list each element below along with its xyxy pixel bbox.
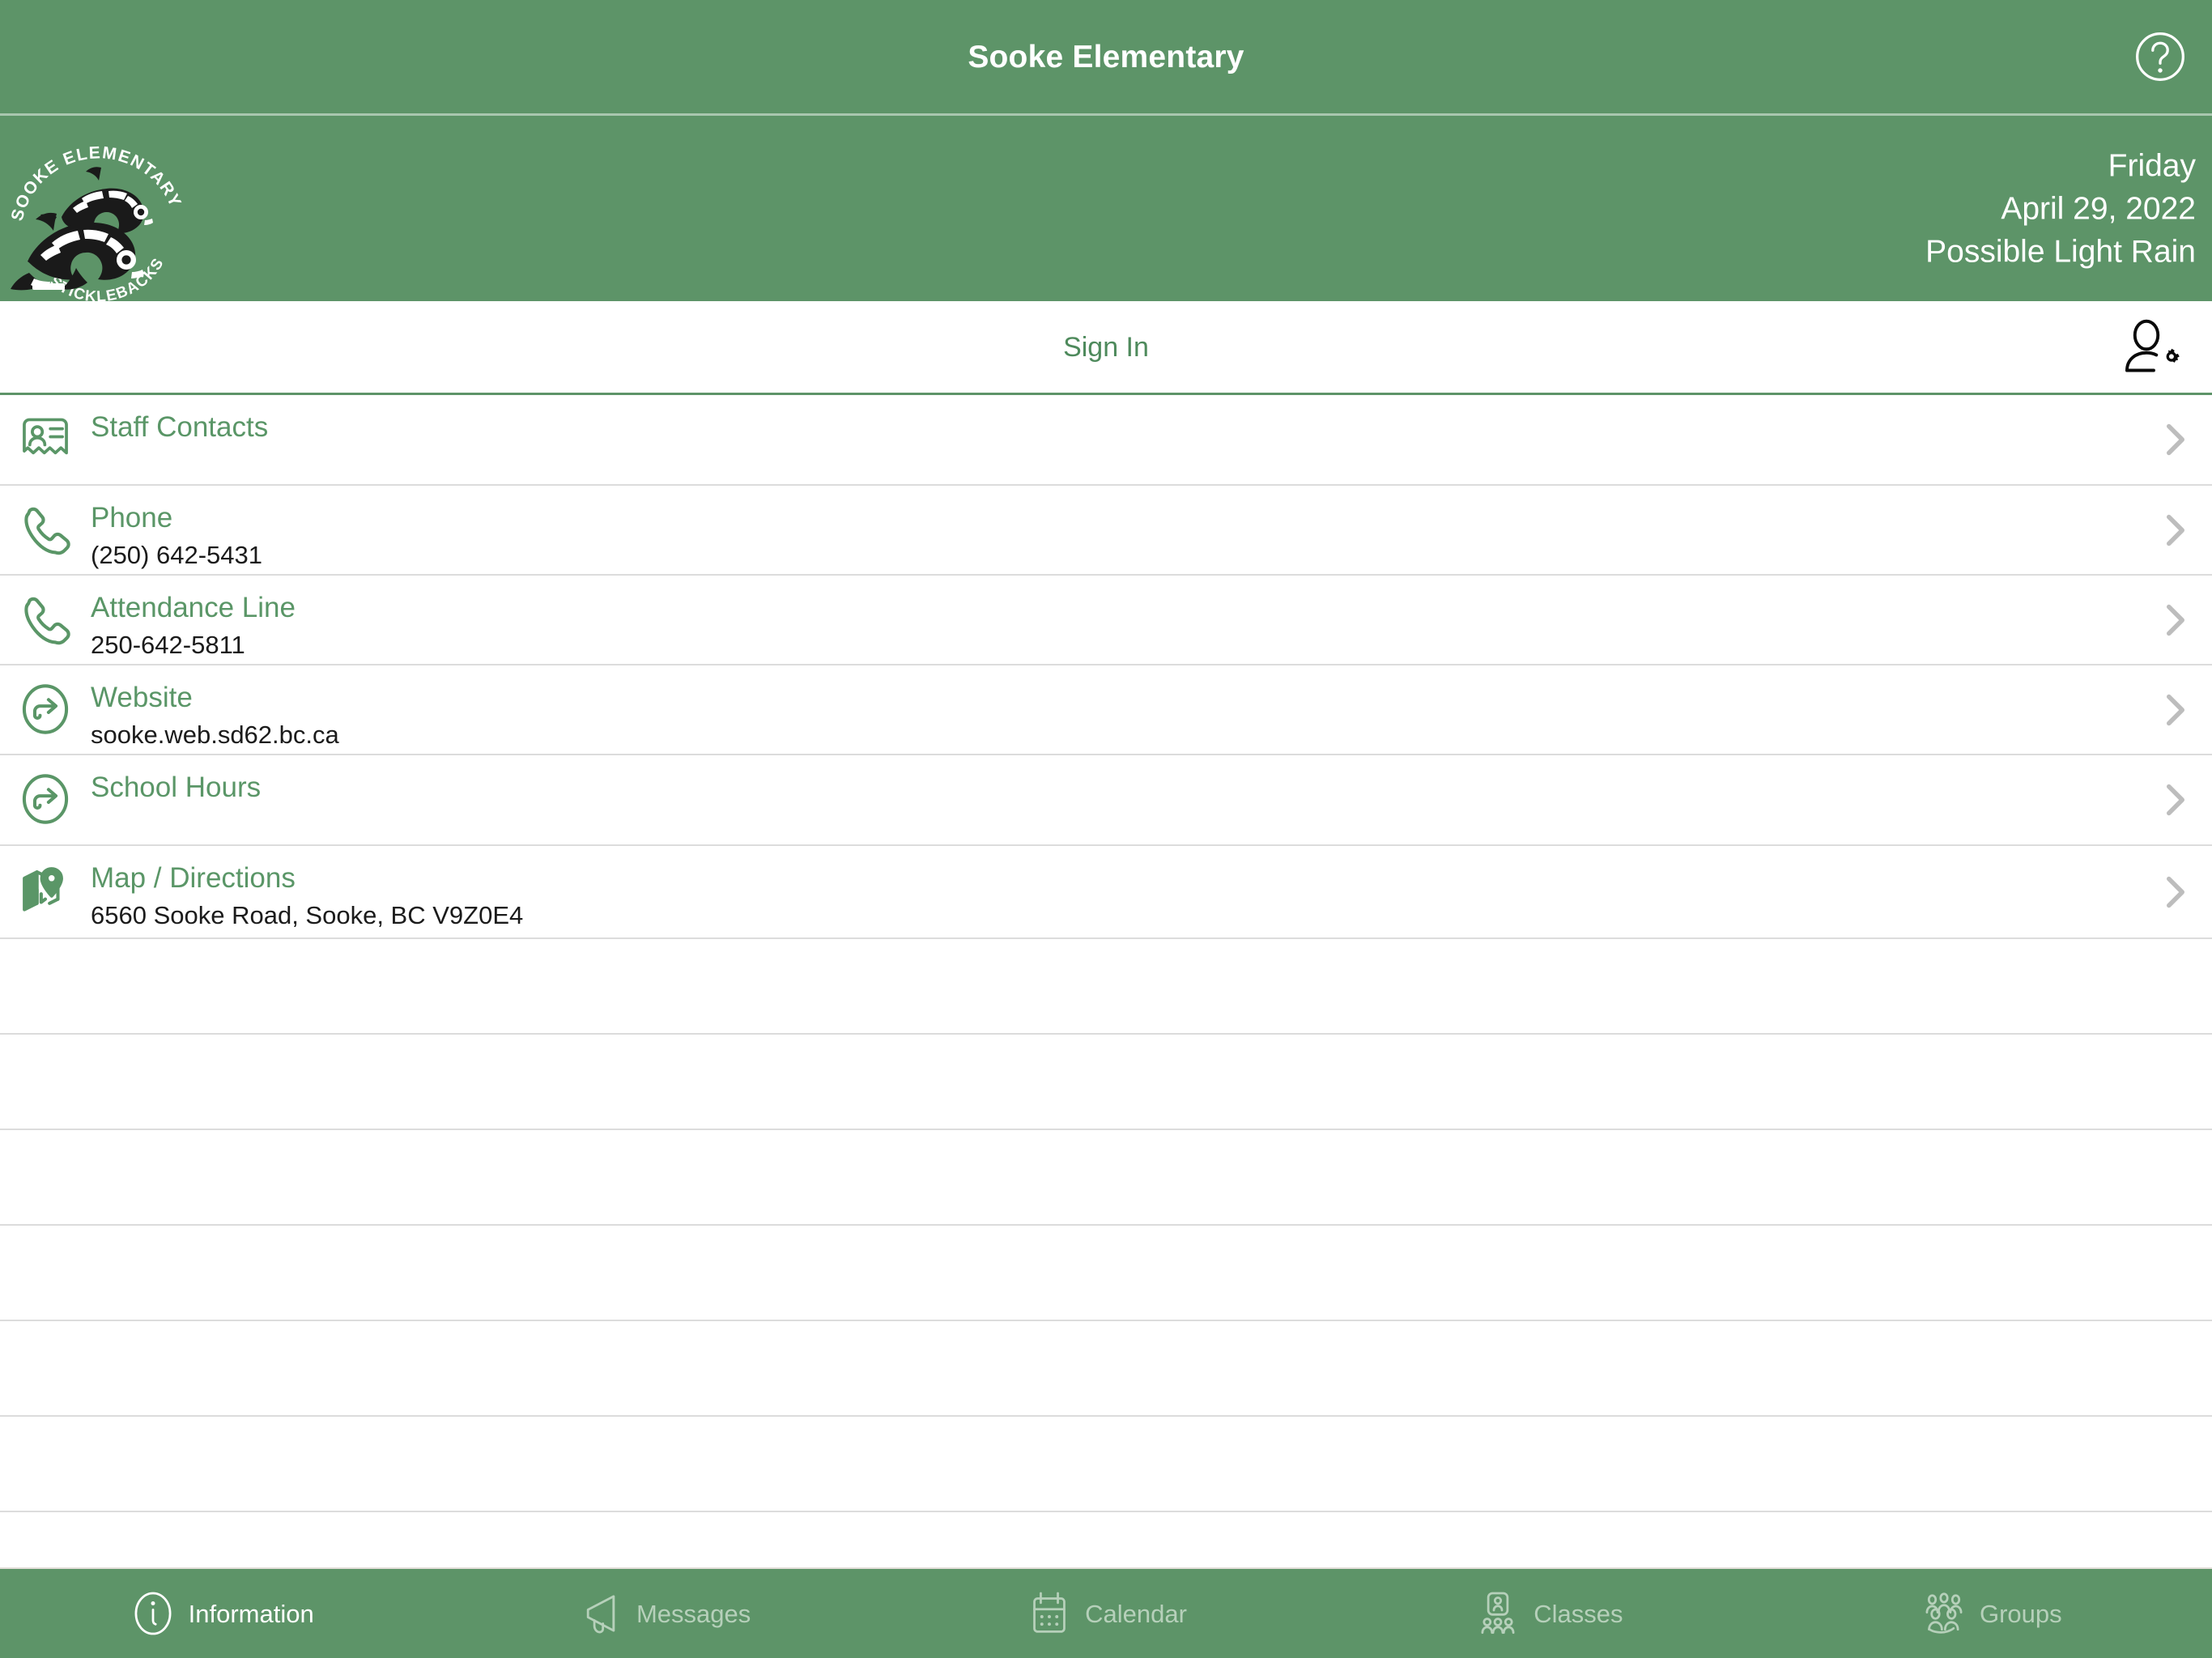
tab-information[interactable]: Information [0,1569,442,1658]
chevron-right-icon [2162,512,2189,549]
list-row-title: Staff Contacts [91,411,269,443]
list-row-map-directions[interactable]: Map / Directions 6560 Sooke Road, Sooke,… [0,846,2212,939]
weather-text: Possible Light Rain [1925,234,2196,269]
calendar-icon [1025,1589,1074,1638]
list-row-title: Map / Directions [91,862,296,894]
tab-messages[interactable]: Messages [442,1569,884,1658]
phone-icon [18,502,73,557]
external-link-icon [18,772,73,827]
page-title: Sooke Elementary [968,39,1244,74]
list-row-body: School Hours [91,755,2131,807]
list-row-staff-contacts[interactable]: Staff Contacts [0,395,2212,486]
empty-list-row [0,1417,2212,1512]
list-row-title: Website [91,682,193,713]
list-row-subtitle: (250) 642-5431 [91,541,262,569]
list-row-website[interactable]: Website sooke.web.sd62.bc.ca [0,665,2212,755]
tab-label: Classes [1534,1599,1623,1628]
help-circle-icon [2133,29,2188,84]
empty-list-row [0,1035,2212,1130]
empty-list-row [0,1226,2212,1321]
list-row-title: Phone [91,502,173,534]
user-settings-icon [2120,318,2183,376]
tab-label: Groups [1979,1599,2062,1628]
list-row-body: Staff Contacts [91,395,2131,447]
id-card-icon [18,411,73,466]
account-settings-button[interactable] [2116,316,2186,379]
bottom-tab-bar: Information Messages Calendar Classes Gr… [0,1567,2212,1658]
date-weather-block: Friday April 29, 2022 Possible Light Rai… [1925,144,2196,273]
groups-icon [1920,1589,1968,1638]
school-logo: SOOKE ELEMENTARY STICKLEBACKS [5,117,191,305]
list-row-school-hours[interactable]: School Hours [0,755,2212,846]
help-button[interactable] [2131,28,2189,86]
list-row-title: Attendance Line [91,592,296,623]
date-text: April 29, 2022 [2001,191,2196,226]
app-root: Sooke Elementary SOOKE ELEMENTARY S ICKL… [0,0,2212,1658]
sign-in-button[interactable]: Sign In [1063,334,1149,361]
list-row-body: Map / Directions 6560 Sooke Road, Sooke,… [91,846,2131,933]
tab-calendar[interactable]: Calendar [885,1569,1327,1658]
list-row-body: Attendance Line 250-642-5811 [91,576,2131,663]
brand-bar: SOOKE ELEMENTARY STICKLEBACKS [0,116,2212,306]
chevron-right-icon [2162,691,2189,729]
chevron-right-icon [2162,874,2189,911]
list-row-body: Phone (250) 642-5431 [91,486,2131,573]
external-link-icon [18,682,73,737]
tab-label: Calendar [1085,1599,1187,1628]
chevron-right-icon [2162,602,2189,639]
list-row-subtitle: 250-642-5811 [91,631,245,659]
weekday-text: Friday [2108,148,2196,183]
list-row-subtitle: 6560 Sooke Road, Sooke, BC V9Z0E4 [91,901,524,929]
phone-icon [18,592,73,647]
classes-icon [1474,1589,1522,1638]
list-row-subtitle: sooke.web.sd62.bc.ca [91,721,339,749]
title-bar: Sooke Elementary [0,0,2212,116]
info-circle-icon [129,1589,177,1638]
tab-label: Information [188,1599,314,1628]
list-row-attendance-line[interactable]: Attendance Line 250-642-5811 [0,576,2212,665]
information-list: Staff Contacts Phone (250) 642-5431 Atte… [0,395,2212,1567]
tab-classes[interactable]: Classes [1327,1569,1769,1658]
list-row-phone[interactable]: Phone (250) 642-5431 [0,486,2212,576]
map-pin-icon [18,862,73,917]
tab-groups[interactable]: Groups [1770,1569,2212,1658]
empty-list-row [0,1130,2212,1226]
list-row-title: School Hours [91,772,262,803]
megaphone-icon [576,1589,625,1638]
chevron-right-icon [2162,781,2189,818]
signin-bar: Sign In [0,301,2212,395]
chevron-right-icon [2162,421,2189,458]
empty-list-row [0,939,2212,1035]
tab-label: Messages [636,1599,751,1628]
empty-list-row [0,1321,2212,1417]
list-row-body: Website sooke.web.sd62.bc.ca [91,665,2131,753]
